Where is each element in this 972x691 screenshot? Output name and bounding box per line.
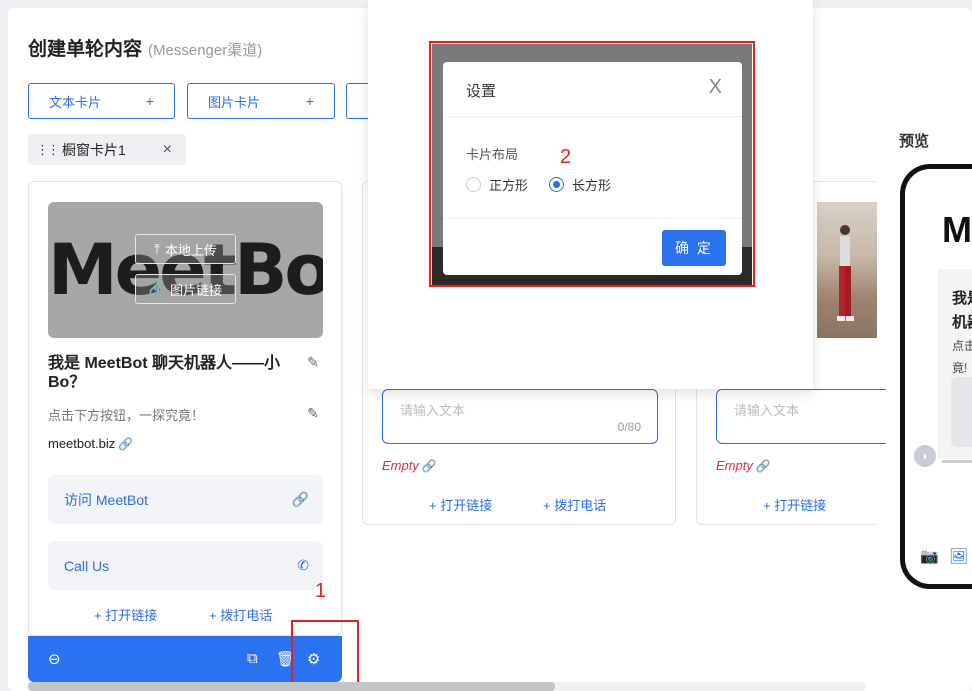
image-icon: 🖼 <box>949 548 969 565</box>
text-input[interactable]: 请输入文本 <box>716 389 886 444</box>
runner-image <box>837 225 854 321</box>
visit-meetbot-button[interactable]: 访问 MeetBot 🔗 <box>48 475 323 524</box>
page-subtitle: (Messenger渠道) <box>148 42 263 59</box>
link-icon: 🔗 <box>291 491 309 507</box>
page-title: 创建单轮内容 (Messenger渠道) <box>28 39 263 60</box>
link-icon: 🔗 <box>148 281 166 296</box>
card-title[interactable]: 我是 MeetBot 聊天机器人——小Bo？ <box>48 354 298 392</box>
bot-avatar-icon: ◗ <box>914 445 936 467</box>
annotation-box-2 <box>429 41 755 287</box>
add-image-card-button[interactable]: 图片卡片 + <box>187 83 335 119</box>
copy-icon[interactable]: ⧉ <box>247 650 258 667</box>
close-icon[interactable]: × <box>163 141 172 159</box>
preview-label: 预览 <box>899 133 930 150</box>
scrollbar-thumb[interactable] <box>28 682 555 691</box>
link-icon: 🔗 <box>421 459 437 473</box>
text-input-placeholder: 请输入文本 <box>734 403 800 418</box>
plus-icon: + <box>305 93 314 109</box>
preview-scroll-indicator <box>942 460 972 463</box>
move-icon[interactable]: ⊖ <box>48 650 61 668</box>
link-icon: 🔗 <box>118 437 134 451</box>
upload-local-button[interactable]: ⤒ 本地上传 <box>135 234 236 264</box>
preview-title-line1: 我是 <box>952 290 972 307</box>
card-image[interactable]: MeetBot ⤒本地上传 🔗图片链接 <box>48 202 323 338</box>
call-us-button[interactable]: Call Us ✆ <box>48 541 323 590</box>
add-open-link-button[interactable]: + 打开链接 <box>94 605 157 624</box>
drag-handle-icon[interactable]: ⋮⋮ <box>36 142 60 158</box>
card-photo[interactable] <box>817 202 877 338</box>
upload-icon: ⤒ <box>154 241 160 256</box>
card-link[interactable]: meetbot.biz 🔗 <box>48 436 133 451</box>
phone-icon: ✆ <box>297 557 309 573</box>
annotation-label-1: 1 <box>315 580 327 602</box>
preview-title-line2: 机器 <box>952 314 972 331</box>
edit-icon[interactable]: ✎ <box>307 405 323 421</box>
add-text-card-button[interactable]: 文本卡片 + <box>28 83 175 119</box>
char-counter: 0/80 <box>617 420 641 434</box>
phone-preview: M 我是 机器 点击 竟! ◗ 📷 🖼 <box>900 164 972 589</box>
empty-link[interactable]: Empty 🔗 <box>382 458 437 473</box>
add-open-link-button[interactable]: + 打开链接 <box>763 495 826 514</box>
add-call-button[interactable]: + 拨打电话 <box>209 605 272 624</box>
card-1: MeetBot ⤒本地上传 🔗图片链接 我是 MeetBot 聊天机器人——小B… <box>28 181 342 636</box>
link-icon: 🔗 <box>755 459 771 473</box>
plus-icon: + <box>145 93 154 109</box>
empty-link[interactable]: Empty 🔗 <box>716 458 771 473</box>
annotation-box-1 <box>291 620 359 691</box>
text-input[interactable]: 请输入文本 0/80 <box>382 389 658 444</box>
edit-icon[interactable]: ✎ <box>307 354 323 370</box>
add-call-button[interactable]: + 拨打电话 <box>543 495 606 514</box>
preview-desc-line1: 点击 <box>952 339 972 353</box>
preview-desc-line2: 竟! <box>952 361 968 375</box>
add-open-link-button[interactable]: + 打开链接 <box>429 495 492 514</box>
camera-icon: 📷 <box>920 548 939 565</box>
preview-button <box>951 377 972 447</box>
tab-label: 橱窗卡片1 <box>62 141 126 158</box>
tab-showcase-card-1[interactable]: ⋮⋮ 橱窗卡片1 × <box>28 134 186 165</box>
annotation-label-2: 2 <box>560 146 572 168</box>
text-input-placeholder: 请输入文本 <box>400 403 466 418</box>
preview-logo: M <box>942 209 972 250</box>
image-link-button[interactable]: 🔗 图片链接 <box>135 274 236 304</box>
card-description[interactable]: 点击下方按钮，一探究竟！ <box>48 405 204 424</box>
